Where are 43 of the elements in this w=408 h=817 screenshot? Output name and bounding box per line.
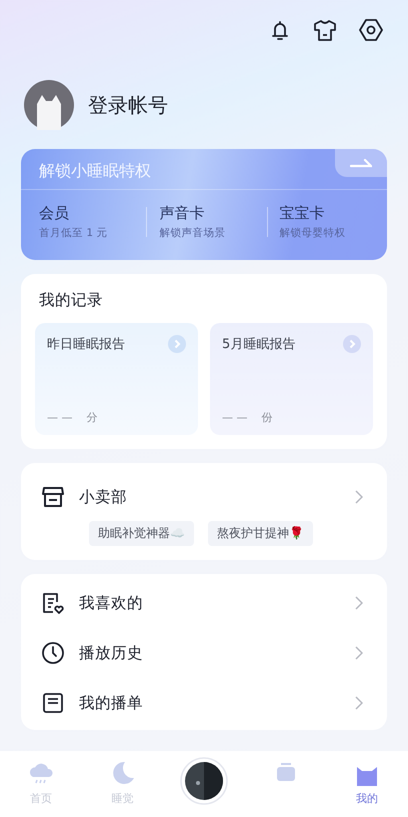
benefit-title[interactable]: 声音卡 — [159, 204, 267, 223]
report-unit: 份 — [262, 410, 272, 425]
clock-icon — [41, 641, 65, 665]
menu-item[interactable]: 播放历史 — [41, 628, 367, 678]
login-link[interactable]: 登录帐号 — [88, 92, 168, 118]
menu-item[interactable]: 我喜欢的 — [41, 578, 367, 628]
shirt-icon[interactable] — [312, 18, 338, 42]
report-title: 5月睡眠报告 — [222, 336, 296, 353]
menu-item[interactable]: 我的播单 — [41, 678, 367, 728]
report-value: — — — [47, 411, 72, 424]
vip-card[interactable]: 解锁小睡眠特权 会员 首月低至 1 元 声音卡 解锁声音场景 宝宝卡 解锁母婴特权 — [21, 149, 387, 260]
report-value: — — — [222, 411, 248, 424]
shop-row[interactable]: 小卖部 — [41, 475, 367, 519]
benefit-subtitle: 解锁声音场景 — [159, 226, 226, 240]
benefit-subtitle: 首月低至 1 元 — [39, 226, 108, 240]
chevron-icon — [355, 490, 363, 504]
report-card[interactable]: 5月睡眠报告 — — 份 — [210, 323, 373, 435]
tag-chip[interactable]: 熬夜护甘提神🌹 — [208, 521, 313, 546]
settings-icon[interactable] — [358, 17, 384, 43]
row-label: 我的播单 — [79, 692, 144, 714]
vip-title: 解锁小睡眠特权 — [38, 160, 151, 182]
row-label: 播放历史 — [79, 642, 144, 664]
benefit-title[interactable]: 宝宝卡 — [280, 204, 387, 223]
report-unit: 分 — [86, 410, 98, 425]
shop-icon — [41, 486, 65, 508]
tab-item[interactable]: 我的 — [337, 759, 398, 806]
chevron-icon — [343, 335, 361, 353]
benefit-subtitle: 解锁母婴特权 — [280, 226, 347, 240]
avatar[interactable] — [24, 80, 74, 130]
benefit-title[interactable]: 会员 — [39, 204, 146, 223]
heart-list-icon — [41, 591, 65, 615]
row-label: 我喜欢的 — [79, 592, 144, 614]
tag-chip[interactable]: 助眠补觉神器☁ — [89, 521, 194, 546]
report-title: 昨日睡眠报告 — [47, 336, 125, 353]
chevron-icon — [355, 596, 363, 610]
play-disc-icon — [180, 757, 228, 805]
row-label: 小卖部 — [79, 486, 128, 508]
report-card[interactable]: 昨日睡眠报告 — — 分 — [35, 323, 198, 435]
list-icon — [41, 691, 65, 715]
chevron-icon — [168, 335, 186, 353]
chevron-icon — [355, 646, 363, 660]
section-title: 我的记录 — [38, 290, 104, 311]
chevron-icon — [355, 696, 363, 710]
